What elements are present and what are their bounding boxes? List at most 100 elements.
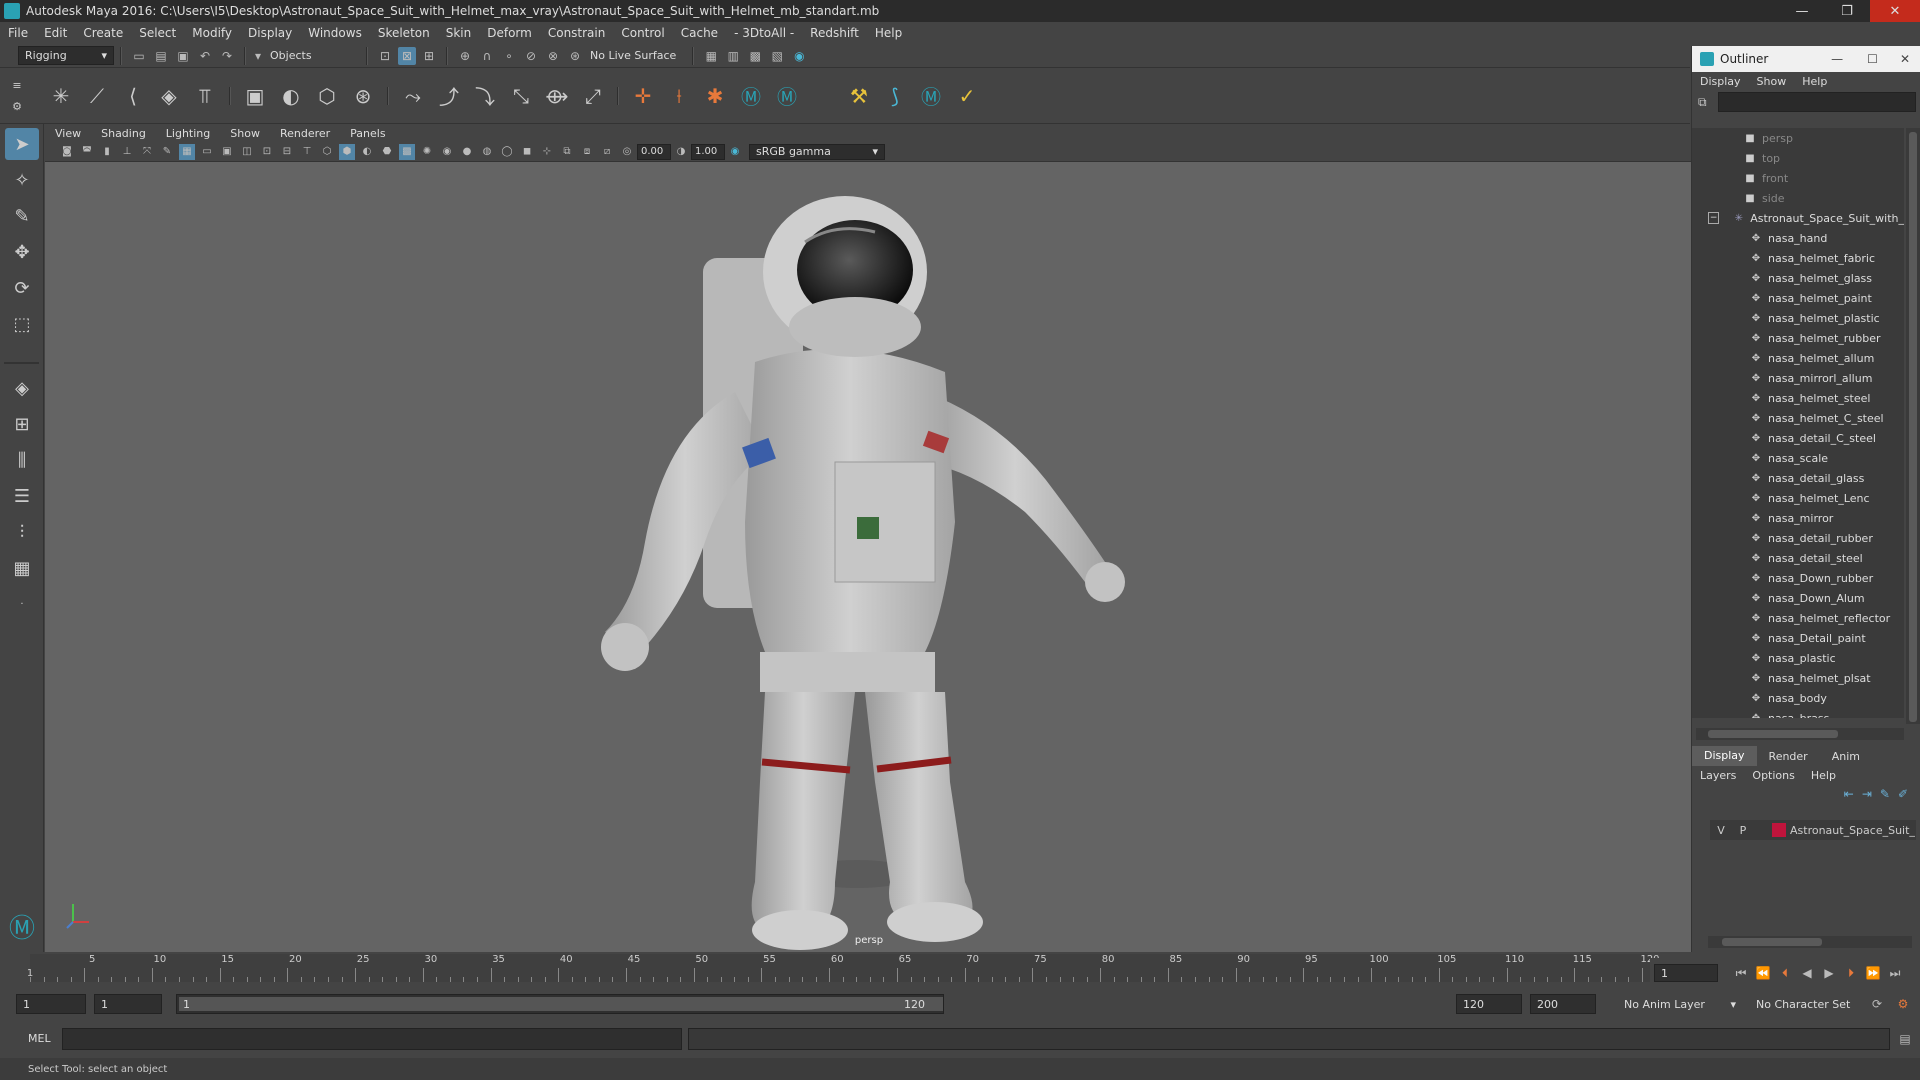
- outliner-menu-show[interactable]: Show: [1749, 75, 1795, 88]
- vp-menu-renderer[interactable]: Renderer: [270, 127, 340, 140]
- tab-anim[interactable]: Anim: [1820, 750, 1872, 763]
- outliner-item-mesh[interactable]: ✥ nasa_detail_C_steel: [1692, 428, 1904, 448]
- layer-menu-options[interactable]: Options: [1744, 769, 1802, 782]
- shelf-settings-icon[interactable]: ⚙: [12, 100, 22, 113]
- menu-deform[interactable]: Deform: [479, 26, 540, 40]
- script-editor-icon[interactable]: ▤: [1896, 1030, 1914, 1048]
- camera-icon[interactable]: ◙: [59, 144, 75, 160]
- selection-mode-dropdown[interactable]: Objects: [264, 46, 360, 65]
- outliner-item-mesh[interactable]: ✥ nasa_mirrorl_allum: [1692, 368, 1904, 388]
- maya-m3-icon[interactable]: Ⓜ: [916, 81, 946, 111]
- outliner-item-mesh[interactable]: ✥ nasa_mirror: [1692, 508, 1904, 528]
- hik-icon[interactable]: ✱: [700, 81, 730, 111]
- astronaut-model[interactable]: [45, 162, 1693, 952]
- snap-curve-icon[interactable]: ∩: [478, 47, 496, 65]
- outliner-item-mesh[interactable]: ✥ nasa_detail_steel: [1692, 548, 1904, 568]
- paint-weights-icon[interactable]: ⤳: [398, 81, 428, 111]
- single-perspective-layout-icon[interactable]: ◈: [5, 372, 39, 404]
- outliner-item-mesh[interactable]: ✥ nasa_helmet_C_steel: [1692, 408, 1904, 428]
- layer-playback-toggle[interactable]: P: [1732, 824, 1754, 837]
- outliner-item-mesh[interactable]: ✥ nasa_Detail_paint: [1692, 628, 1904, 648]
- select-component-icon[interactable]: ⊞: [420, 47, 438, 65]
- move-tool-icon[interactable]: ✥: [5, 236, 39, 268]
- time-slider[interactable]: 1 5 10 15 20 25 30 35 40 45 50 55 60 65 70 75 80 85 90 95 1…: [0, 952, 1693, 988]
- textured-icon[interactable]: ▩: [399, 143, 415, 160]
- outliner-item-mesh[interactable]: ✥ nasa_helmet_plsat: [1692, 668, 1904, 688]
- xray-components-icon[interactable]: ⧄: [599, 144, 615, 160]
- render-frame-icon[interactable]: ▥: [724, 47, 742, 65]
- colorspace-dropdown[interactable]: sRGB gamma ▾: [749, 143, 885, 160]
- chevron-down-icon[interactable]: ▾: [254, 47, 262, 65]
- current-frame-field[interactable]: 1: [1654, 964, 1718, 982]
- viewport-3d[interactable]: persp: [45, 162, 1693, 952]
- exposure-field[interactable]: 0.00: [637, 143, 671, 160]
- blank-shelf-icon[interactable]: [808, 81, 838, 111]
- live-surface-label[interactable]: No Live Surface: [590, 49, 676, 62]
- playback-end-field[interactable]: 120: [1456, 994, 1522, 1014]
- select-hierarchy-icon[interactable]: ⊡: [376, 47, 394, 65]
- menu-windows[interactable]: Windows: [300, 26, 370, 40]
- outliner-item-mesh[interactable]: ✥ nasa_helmet_plastic: [1692, 308, 1904, 328]
- gamma-icon[interactable]: ◑: [673, 144, 689, 160]
- menu-skin[interactable]: Skin: [438, 26, 480, 40]
- exposure-icon[interactable]: ◎: [619, 144, 635, 160]
- menuset-dropdown[interactable]: Rigging ▾: [18, 46, 114, 65]
- maya-m-icon[interactable]: Ⓜ: [736, 81, 766, 111]
- snap-view-icon[interactable]: ⊘: [522, 47, 540, 65]
- outliner-item-mesh[interactable]: ✥ nasa_helmet_steel: [1692, 388, 1904, 408]
- save-scene-icon[interactable]: ▣: [174, 47, 192, 65]
- outliner-item-mesh[interactable]: ✥ nasa_helmet_Lenc: [1692, 488, 1904, 508]
- maya-m2-icon[interactable]: Ⓜ: [772, 81, 802, 111]
- menu-display[interactable]: Display: [240, 26, 300, 40]
- step-forward-frame-icon[interactable]: ⏵: [1842, 964, 1860, 982]
- render-settings-icon[interactable]: ▧: [768, 47, 786, 65]
- go-to-start-icon[interactable]: ⏮: [1732, 964, 1750, 982]
- camera-attr-icon[interactable]: ◚: [79, 144, 95, 160]
- snap-grid-icon[interactable]: ⊕: [456, 47, 474, 65]
- lasso-tool-icon[interactable]: ✧: [5, 164, 39, 196]
- vp-menu-lighting[interactable]: Lighting: [156, 127, 220, 140]
- outliner-item-mesh[interactable]: ✥ nasa_scale: [1692, 448, 1904, 468]
- new-layer-selected-icon[interactable]: ✐: [1898, 787, 1908, 801]
- outliner-item-mesh[interactable]: ✥ nasa_Down_rubber: [1692, 568, 1904, 588]
- safe-action-icon[interactable]: ⊟: [279, 144, 295, 160]
- outliner-search-input[interactable]: [1718, 92, 1916, 112]
- wireframe-on-shaded-icon[interactable]: ⬣: [379, 144, 395, 160]
- anim-end-field[interactable]: 200: [1530, 994, 1596, 1014]
- tab-display[interactable]: Display: [1692, 746, 1757, 766]
- isolate-select-icon[interactable]: ⊹: [539, 144, 555, 160]
- shadows-icon[interactable]: ◉: [439, 144, 455, 160]
- play-forward-icon[interactable]: ▶: [1820, 964, 1838, 982]
- outliner-maximize-button[interactable]: ☐: [1855, 52, 1890, 66]
- select-object-icon[interactable]: ⊠: [398, 46, 416, 65]
- layer-hscrollbar[interactable]: [1708, 936, 1912, 948]
- outliner-minimize-button[interactable]: —: [1819, 52, 1855, 66]
- hscrollbar-thumb[interactable]: [1722, 938, 1822, 946]
- pole-vector-icon[interactable]: ⤢: [578, 81, 608, 111]
- locator-icon[interactable]: ✛: [628, 81, 658, 111]
- ik-handle-icon[interactable]: ⟋: [82, 81, 112, 111]
- new-layer-icon[interactable]: ✎: [1880, 787, 1890, 801]
- anim-layer-dropdown[interactable]: No Anim Layer ▾: [1618, 994, 1742, 1014]
- menu-redshift[interactable]: Redshift: [802, 26, 867, 40]
- menu-create[interactable]: Create: [75, 26, 131, 40]
- outliner-item-camera[interactable]: ■ top: [1692, 148, 1904, 168]
- gate-mask-icon[interactable]: ◫: [239, 144, 255, 160]
- collapse-toggle-icon[interactable]: −: [1708, 212, 1720, 224]
- outliner-item-mesh[interactable]: ✥ nasa_plastic: [1692, 648, 1904, 668]
- step-back-key-icon[interactable]: ⏪: [1754, 964, 1772, 982]
- wireframe-icon[interactable]: ⬡: [319, 144, 335, 160]
- safe-title-icon[interactable]: ⊤: [299, 144, 315, 160]
- time-ruler[interactable]: 1 5 10 15 20 25 30 35 40 45 50 55 60 65 70 75 80 85 90 95 1…: [27, 954, 1660, 982]
- grid-icon[interactable]: ▦: [179, 143, 195, 160]
- step-forward-key-icon[interactable]: ⏩: [1864, 964, 1882, 982]
- shelf-menu-icon[interactable]: ≡: [12, 79, 21, 92]
- two-pane-layout-icon[interactable]: ⫼: [5, 444, 39, 476]
- menu-cache[interactable]: Cache: [673, 26, 726, 40]
- move-layer-down-icon[interactable]: ⇥: [1862, 787, 1872, 801]
- maximize-button[interactable]: ❐: [1825, 0, 1869, 22]
- new-scene-icon[interactable]: ▭: [130, 47, 148, 65]
- outliner-item-camera[interactable]: ■ front: [1692, 168, 1904, 188]
- smooth-shade-icon[interactable]: ⬢: [339, 143, 355, 160]
- outliner-item-mesh[interactable]: ✥ nasa_helmet_reflector: [1692, 608, 1904, 628]
